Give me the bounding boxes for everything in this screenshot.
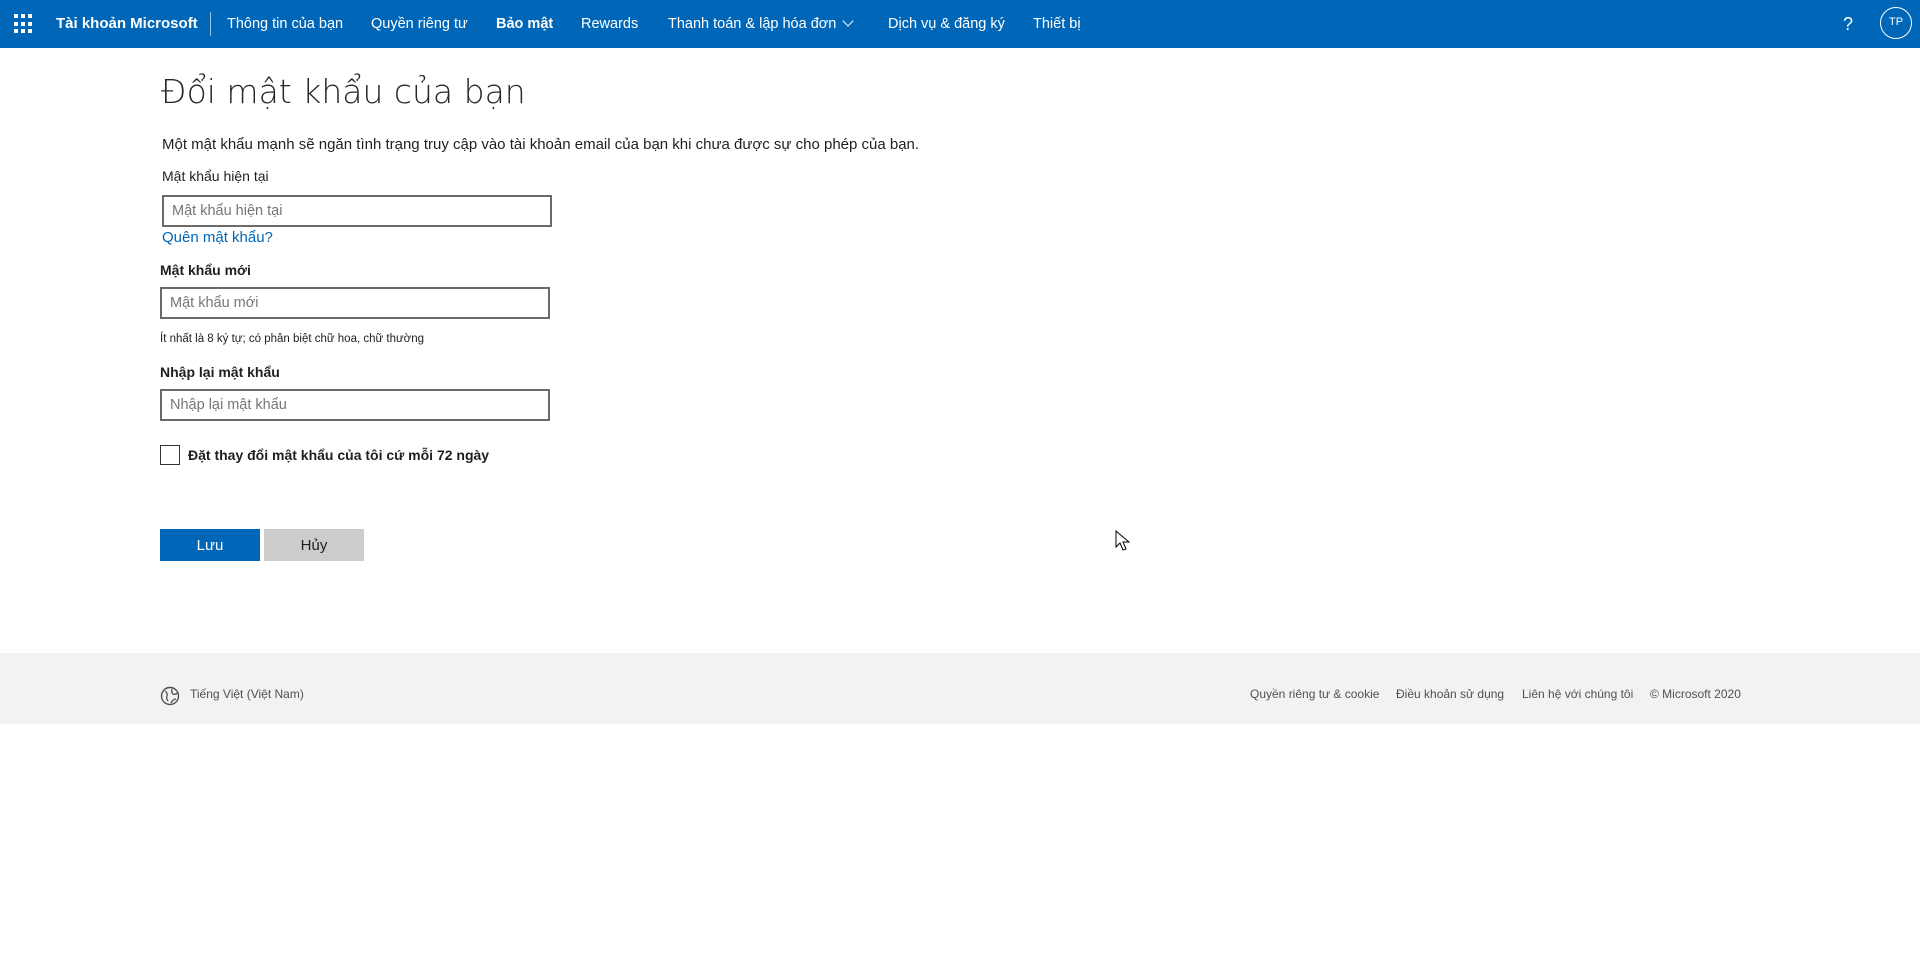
top-nav-bar: Tài khoản Microsoft Thông tin của bạn Qu…	[0, 0, 1920, 48]
nav-payment-billing-label: Thanh toán & lập hóa đơn	[668, 16, 837, 32]
nav-your-info[interactable]: Thông tin của bạn	[227, 0, 343, 48]
nav-privacy[interactable]: Quyền riêng tư	[371, 0, 468, 48]
globe-icon[interactable]	[160, 686, 180, 706]
cancel-button[interactable]: Hủy	[264, 529, 364, 561]
confirm-password-input[interactable]	[160, 389, 550, 421]
brand-link[interactable]: Tài khoản Microsoft	[56, 0, 198, 48]
footer-privacy-link[interactable]: Quyền riêng tư & cookie	[1250, 687, 1379, 701]
nav-security[interactable]: Bảo mật	[496, 0, 553, 48]
footer-copyright: © Microsoft 2020	[1650, 687, 1741, 701]
page-description: Một mật khẩu mạnh sẽ ngăn tình trạng tru…	[162, 136, 920, 153]
help-icon[interactable]: ?	[1840, 0, 1856, 48]
chevron-down-icon	[842, 15, 855, 27]
mouse-cursor-icon	[1115, 530, 1131, 551]
waffle-icon[interactable]	[14, 14, 34, 34]
footer-terms-link[interactable]: Điều khoản sử dụng	[1396, 687, 1504, 701]
expire-password-checkbox[interactable]	[160, 445, 180, 465]
footer-contact-link[interactable]: Liên hệ với chúng tôi	[1522, 687, 1633, 701]
new-password-input[interactable]	[160, 287, 550, 319]
language-selector[interactable]: Tiếng Việt (Việt Nam)	[190, 687, 304, 701]
expire-password-label[interactable]: Đặt thay đổi mật khẩu của tôi cứ mỗi 72 …	[188, 447, 489, 463]
password-hint: Ít nhất là 8 ký tự; có phân biệt chữ hoa…	[160, 333, 425, 345]
forgot-password-link[interactable]: Quên mật khẩu?	[162, 229, 273, 246]
nav-services-subscriptions[interactable]: Dịch vụ & đăng ký	[888, 0, 1005, 48]
avatar[interactable]: TP	[1880, 7, 1912, 39]
current-password-label: Mật khẩu hiện tại	[162, 168, 269, 184]
current-password-input[interactable]	[162, 195, 552, 227]
new-password-label: Mật khẩu mới	[160, 262, 251, 278]
save-button[interactable]: Lưu	[160, 529, 260, 561]
nav-devices[interactable]: Thiết bị	[1033, 0, 1081, 48]
nav-rewards[interactable]: Rewards	[581, 0, 638, 48]
page-title: Đổi mật khẩu của bạn	[161, 72, 526, 111]
brand-divider	[210, 12, 211, 36]
nav-payment-billing[interactable]: Thanh toán & lập hóa đơn	[668, 0, 855, 48]
confirm-password-label: Nhập lại mật khẩu	[160, 364, 280, 380]
